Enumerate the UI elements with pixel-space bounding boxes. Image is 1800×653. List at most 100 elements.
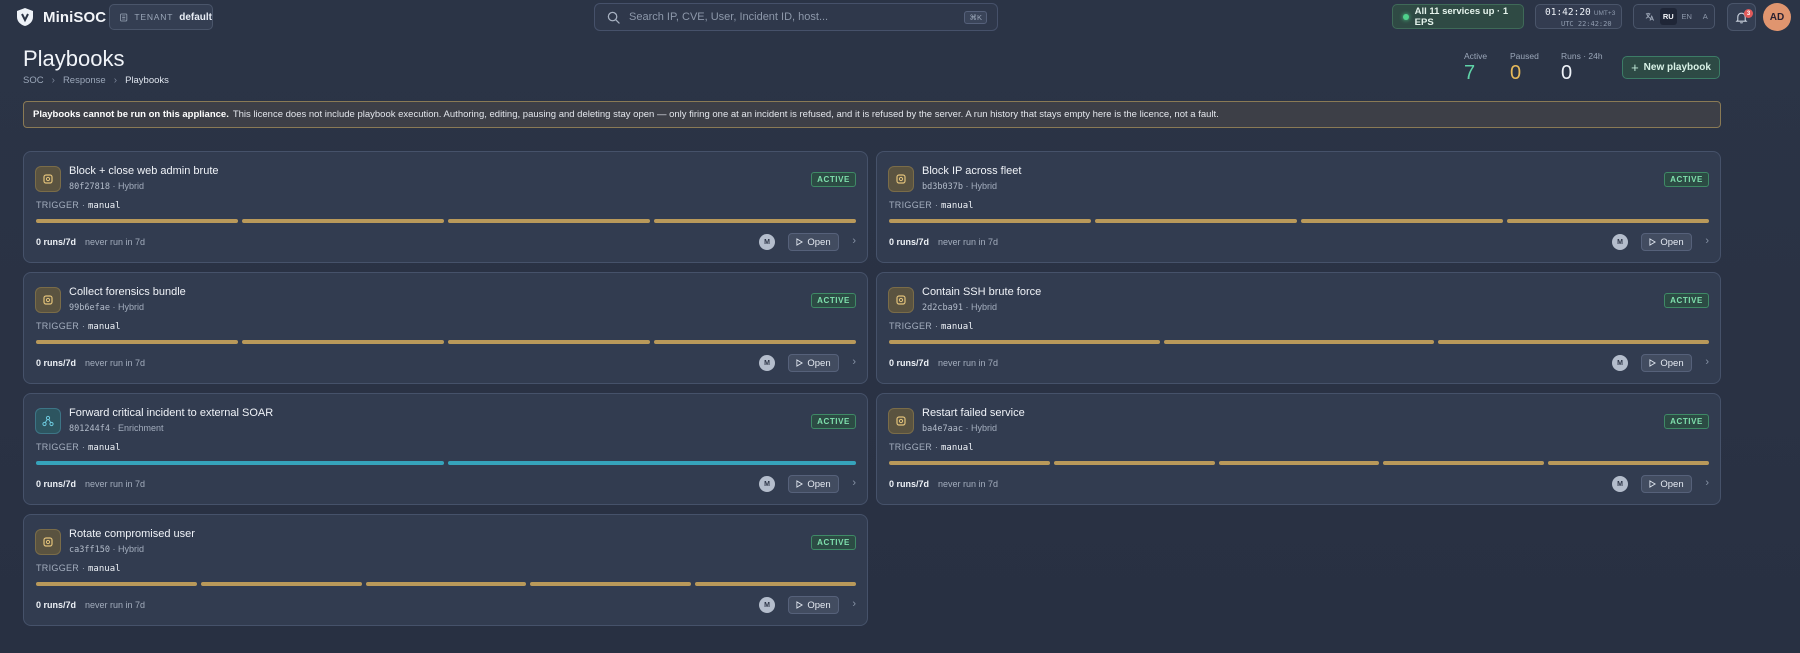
- playbook-footer: 0 runs/7d never run in 7d: [36, 358, 145, 368]
- playbook-card[interactable]: Collect forensics bundle 99b6efae · Hybri…: [23, 272, 868, 384]
- play-icon: [1649, 238, 1657, 246]
- playbook-id: bd3b037b: [922, 182, 963, 192]
- chevron-right-icon[interactable]: ›: [1705, 477, 1709, 489]
- playbook-name[interactable]: Restart failed service: [922, 407, 1025, 419]
- search-input[interactable]: [629, 11, 959, 23]
- playbook-trigger: TRIGGER · manual: [36, 321, 121, 332]
- chevron-right-icon[interactable]: ›: [1705, 356, 1709, 368]
- playbook-name[interactable]: Block IP across fleet: [922, 165, 1021, 177]
- playbook-step-segment: [1548, 461, 1709, 465]
- chevron-right-icon[interactable]: ›: [852, 598, 856, 610]
- page-title: Playbooks: [23, 46, 125, 71]
- play-icon: [796, 480, 804, 488]
- open-playbook-button[interactable]: Open: [788, 354, 839, 372]
- playbook-kind: Hybrid: [117, 302, 144, 312]
- playbook-id: ca3ff150: [69, 545, 110, 555]
- gear-icon: [35, 287, 61, 313]
- translate-icon[interactable]: [1641, 8, 1659, 25]
- trigger-type: manual: [941, 201, 974, 211]
- lang-option-en[interactable]: EN: [1678, 8, 1696, 25]
- global-search[interactable]: ⌘K: [594, 3, 998, 31]
- services-status[interactable]: All 11 services up · 1 EPS: [1392, 4, 1524, 29]
- playbook-trigger: TRIGGER · manual: [36, 563, 121, 574]
- tenant-selector[interactable]: TENANT default: [109, 4, 213, 30]
- playbook-card[interactable]: Block + close web admin brute 80f27818 · …: [23, 151, 868, 263]
- open-playbook-button[interactable]: Open: [1641, 233, 1692, 251]
- top-bar: MiniSOC TENANT default ⌘K All 11 service…: [0, 0, 1800, 34]
- playbook-id: 801244f4: [69, 424, 110, 434]
- chevron-right-icon[interactable]: ›: [1705, 235, 1709, 247]
- owner-avatar: M: [1612, 476, 1628, 492]
- open-playbook-button[interactable]: Open: [1641, 475, 1692, 493]
- playbook-footer: 0 runs/7d never run in 7d: [36, 600, 145, 610]
- playbook-step-segment: [1438, 340, 1710, 344]
- open-playbook-button[interactable]: Open: [1641, 354, 1692, 372]
- playbook-card[interactable]: Block IP across fleet bd3b037b · Hybrid AC…: [876, 151, 1721, 263]
- playbook-card[interactable]: Contain SSH brute force 2d2cba91 · Hybrid…: [876, 272, 1721, 384]
- last-run: never run in 7d: [85, 479, 146, 489]
- owner-avatar: M: [1612, 355, 1628, 371]
- chevron-right-icon[interactable]: ›: [852, 477, 856, 489]
- language-switcher[interactable]: RU EN A: [1633, 4, 1715, 29]
- playbook-steps: [889, 219, 1709, 223]
- playbook-name[interactable]: Rotate compromised user: [69, 528, 195, 540]
- playbook-id: 80f27818: [69, 182, 110, 192]
- playbook-card[interactable]: Forward critical incident to external SO…: [23, 393, 868, 505]
- playbook-footer: 0 runs/7d never run in 7d: [889, 237, 998, 247]
- playbook-step-segment: [36, 582, 197, 586]
- app-name: MiniSOC: [43, 8, 107, 26]
- playbook-meta: 801244f4 · Enrichment: [69, 423, 164, 434]
- playbook-steps: [36, 219, 856, 223]
- last-run: never run in 7d: [938, 479, 999, 489]
- trigger-type: manual: [941, 443, 974, 453]
- stat-paused: Paused 0: [1510, 51, 1539, 84]
- playbook-trigger: TRIGGER · manual: [889, 321, 974, 332]
- new-playbook-button[interactable]: + New playbook: [1622, 56, 1720, 79]
- playbook-card[interactable]: Restart failed service ba4e7aac · Hybrid A…: [876, 393, 1721, 505]
- stat-runs-24h: Runs · 24h 0: [1561, 51, 1603, 84]
- status-badge: ACTIVE: [811, 293, 856, 308]
- open-playbook-button[interactable]: Open: [788, 475, 839, 493]
- breadcrumb-response[interactable]: Response: [63, 75, 106, 86]
- gear-icon: [35, 166, 61, 192]
- playbook-kind: Hybrid: [970, 302, 997, 312]
- playbook-step-segment: [654, 340, 856, 344]
- user-avatar[interactable]: AD: [1763, 3, 1791, 31]
- playbook-card[interactable]: Rotate compromised user ca3ff150 · Hybrid…: [23, 514, 868, 626]
- notifications-button[interactable]: 3: [1727, 3, 1756, 31]
- playbook-step-segment: [1301, 219, 1503, 223]
- breadcrumb-soc[interactable]: SOC: [23, 75, 44, 86]
- playbook-name[interactable]: Collect forensics bundle: [69, 286, 186, 298]
- chevron-right-icon[interactable]: ›: [852, 235, 856, 247]
- playbook-name[interactable]: Block + close web admin brute: [69, 165, 219, 177]
- clock: 01:42:20 UMT+3 UTC 22:42:20: [1535, 4, 1622, 29]
- playbook-name[interactable]: Contain SSH brute force: [922, 286, 1041, 298]
- playbook-footer: 0 runs/7d never run in 7d: [889, 479, 998, 489]
- playbook-name[interactable]: Forward critical incident to external SO…: [69, 407, 273, 419]
- lang-option-ru[interactable]: RU: [1659, 8, 1677, 25]
- trigger-type: manual: [88, 322, 121, 332]
- tenant-value: default: [179, 11, 212, 23]
- trigger-type: manual: [941, 322, 974, 332]
- lang-option-auto[interactable]: A: [1697, 8, 1715, 25]
- chevron-right-icon: ›: [113, 75, 118, 86]
- services-status-text: All 11 services up · 1 EPS: [1414, 5, 1509, 28]
- playbook-footer: 0 runs/7d never run in 7d: [889, 358, 998, 368]
- stat-active: Active 7: [1464, 51, 1488, 84]
- last-run: never run in 7d: [938, 237, 999, 247]
- playbook-trigger: TRIGGER · manual: [889, 442, 974, 453]
- status-badge: ACTIVE: [811, 535, 856, 550]
- play-icon: [796, 601, 804, 609]
- play-icon: [796, 359, 804, 367]
- search-shortcut: ⌘K: [964, 11, 987, 24]
- playbook-kind: Hybrid: [970, 181, 997, 191]
- status-badge: ACTIVE: [1664, 293, 1709, 308]
- open-playbook-button[interactable]: Open: [788, 596, 839, 614]
- run-count: 0 runs/7d: [889, 237, 930, 247]
- breadcrumb-playbooks: Playbooks: [125, 75, 169, 86]
- brand[interactable]: MiniSOC: [15, 7, 106, 27]
- chevron-right-icon[interactable]: ›: [852, 356, 856, 368]
- open-playbook-button[interactable]: Open: [788, 233, 839, 251]
- gear-icon: [888, 287, 914, 313]
- last-run: never run in 7d: [85, 600, 146, 610]
